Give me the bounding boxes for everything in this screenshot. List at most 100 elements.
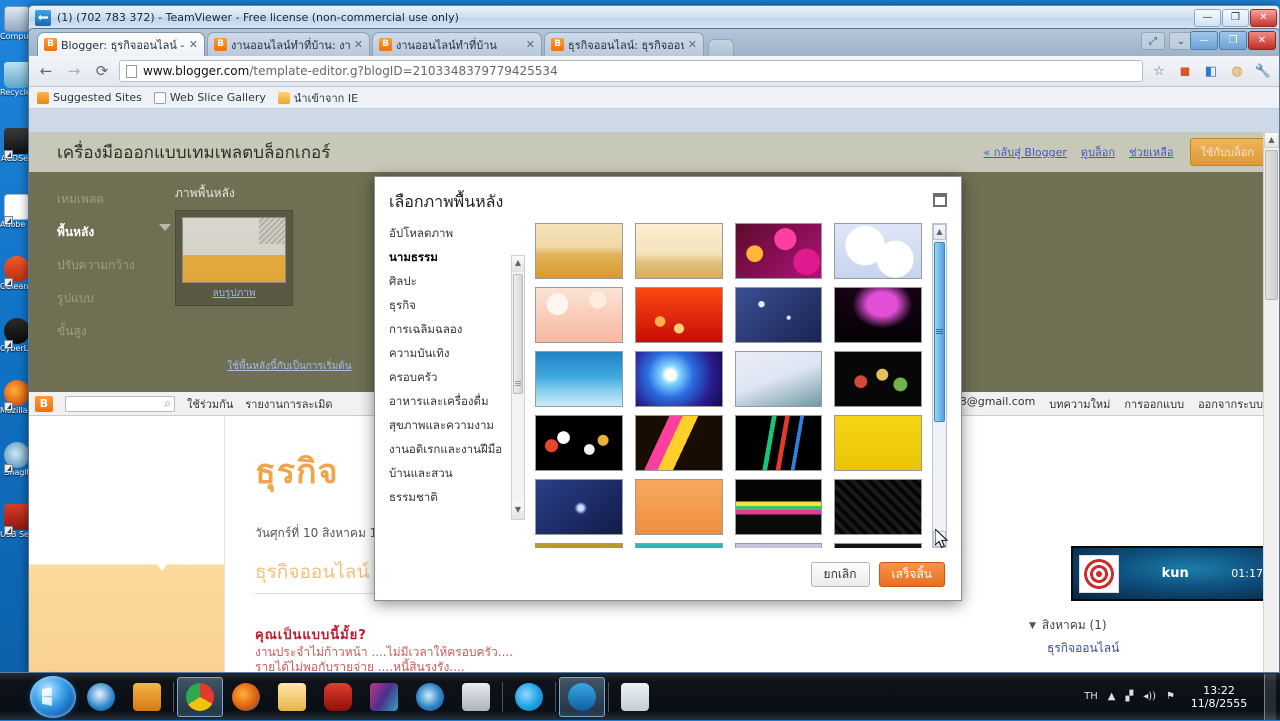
thumb-dark-bokeh[interactable] (834, 351, 922, 407)
taskbar-skype[interactable] (506, 677, 552, 717)
back-icon[interactable]: ← (35, 60, 57, 82)
taskbar-teamviewer[interactable] (559, 676, 605, 717)
translate-icon[interactable]: ◧ (1201, 61, 1221, 81)
view-blog-link[interactable]: ดูบล็อก (1081, 143, 1115, 161)
taskbar-camfrog[interactable] (315, 677, 361, 717)
category-food-drink[interactable]: อาหารและเครื่องดื่ม (389, 395, 509, 408)
navbar-share-link[interactable]: ใช้ร่วมกัน (187, 395, 233, 413)
extension-icon[interactable]: ◼ (1175, 61, 1195, 81)
teamviewer-close-button[interactable]: ✕ (1250, 8, 1277, 27)
network-icon[interactable]: ▞ (1126, 691, 1134, 702)
thumb-black-pattern[interactable] (834, 479, 922, 535)
thumb-yellow-lines[interactable] (834, 415, 922, 471)
address-bar[interactable]: www.blogger.com/template-editor.g?blogID… (119, 60, 1143, 82)
dialog-restore-icon[interactable] (933, 193, 947, 207)
back-to-blogger-link[interactable]: « กลับสู่ Blogger (984, 143, 1067, 161)
page-scrollbar[interactable]: ▲ (1263, 132, 1279, 672)
page-scrollbar-thumb[interactable] (1265, 150, 1278, 300)
thumb-orange-floral[interactable] (634, 479, 723, 535)
designer-nav-layout[interactable]: รูปแบบ (57, 289, 175, 308)
media-player-widget[interactable]: kun 01:17 (1071, 546, 1277, 601)
navbar-design-link[interactable]: การออกแบบ (1124, 395, 1184, 413)
thumb-light-streaks[interactable] (734, 415, 823, 471)
thumb-gold-blur[interactable] (535, 543, 623, 548)
designer-nav-template[interactable]: เทมเพลต (57, 190, 175, 209)
thumb-red-fire[interactable] (634, 287, 723, 343)
teamviewer-maximize-button[interactable]: ❐ (1222, 8, 1249, 27)
navbar-new-post-link[interactable]: บทความใหม่ (1049, 395, 1110, 413)
wrench-menu-icon[interactable]: 🔧 (1253, 61, 1273, 81)
action-center-icon[interactable]: ⚑ (1166, 691, 1175, 702)
help-link[interactable]: ช่วยเหลือ (1129, 143, 1173, 161)
start-button[interactable] (30, 675, 76, 718)
thumb-blue-city[interactable] (535, 351, 623, 407)
taskbar-paint[interactable] (453, 677, 499, 717)
chevron-down-icon[interactable]: ▼ (1029, 621, 1036, 631)
thumb-teal-blur[interactable] (634, 543, 723, 548)
language-indicator[interactable]: TH (1084, 691, 1098, 702)
scroll-up-icon[interactable]: ▲ (933, 224, 946, 240)
navbar-signout-link[interactable]: ออกจากระบบ (1198, 395, 1263, 413)
archive-post-link[interactable]: ธุรกิจออนไลน์ (1047, 639, 1267, 658)
cancel-button[interactable]: ยกเลิก (810, 561, 870, 587)
blogger-logo-icon[interactable]: B (35, 395, 53, 412)
taskbar-chrome[interactable] (177, 676, 223, 717)
category-scrollbar[interactable]: ▲ ▼ (511, 255, 525, 520)
forward-icon[interactable]: → (63, 60, 85, 82)
thumb-blue-tech[interactable] (535, 479, 623, 535)
fullscreen-icon[interactable]: ⤢ (1141, 32, 1165, 50)
category-hobbies-crafts[interactable]: งานอดิเรกและงานฝีมือ (389, 443, 509, 456)
background-preview-box[interactable]: ลบรูปภาพ (175, 210, 293, 306)
category-abstract[interactable]: นามธรรม (389, 251, 509, 264)
category-nature[interactable]: ธรรมชาติ (389, 491, 509, 504)
chrome-tab-close-icon[interactable]: ✕ (354, 38, 363, 51)
designer-nav-adjust-width[interactable]: ปรับความกว้าง (57, 256, 175, 275)
chrome-tab-2[interactable]: B งานออนไลน์ทำที่บ้าน: งานออน ✕ (207, 32, 370, 56)
category-entertainment[interactable]: ความบันเทิง (389, 347, 509, 360)
category-family[interactable]: ครอบครัว (389, 371, 509, 384)
chrome-new-tab-button[interactable] (708, 39, 734, 56)
navbar-report-abuse-link[interactable]: รายงานการละเมิด (245, 395, 332, 413)
category-scrollbar-thumb[interactable] (513, 274, 523, 394)
bookmark-imported-from-ie[interactable]: นำเข้าจาก IE (277, 89, 358, 107)
thumb-white-swirl[interactable] (734, 351, 823, 407)
thumb-peach-bokeh[interactable] (535, 287, 623, 343)
thumb-night-lights[interactable] (535, 415, 623, 471)
thumb-blue-burst[interactable] (634, 351, 723, 407)
bookmark-suggested-sites[interactable]: Suggested Sites (37, 91, 142, 104)
category-health-beauty[interactable]: สุขภาพและความงาม (389, 419, 509, 432)
reload-icon[interactable]: ⟳ (91, 60, 113, 82)
scroll-up-icon[interactable]: ▲ (512, 256, 524, 272)
chrome-maximize-button[interactable]: ❐ (1219, 31, 1247, 50)
show-desktop-button[interactable] (1264, 673, 1276, 720)
archive-month-label[interactable]: สิงหาคม (1) (1042, 616, 1107, 635)
category-home-garden[interactable]: บ้านและสวน (389, 467, 509, 480)
background-preview-thumbnail[interactable] (182, 217, 286, 283)
taskbar-firefox[interactable] (223, 677, 269, 717)
taskbar-windows-media-center[interactable] (78, 677, 124, 717)
designer-nav-background[interactable]: พื้นหลัง (57, 223, 175, 242)
thumb-equalizer[interactable] (734, 479, 823, 535)
clock[interactable]: 13:22 11/8/2555 (1180, 684, 1258, 710)
chrome-minimize-button[interactable]: — (1190, 31, 1218, 50)
category-art[interactable]: ศิลปะ (389, 275, 509, 288)
scroll-down-icon[interactable]: ▼ (512, 503, 524, 519)
remove-image-link[interactable]: ลบรูปภาพ (182, 286, 286, 301)
chrome-tab-3[interactable]: B งานออนไลน์ทำที่บ้าน ✕ (372, 32, 542, 56)
thumbnail-scrollbar[interactable]: ▲ ▼ (932, 223, 947, 548)
category-celebrations[interactable]: การเฉลิมฉลอง (389, 323, 509, 336)
thumb-cream-sand[interactable] (634, 223, 723, 279)
teamviewer-titlebar[interactable]: (1) (702 783 372) - TeamViewer - Free li… (29, 6, 1279, 30)
chrome-close-button[interactable]: ✕ (1248, 31, 1276, 50)
taskbar-explorer[interactable] (269, 677, 315, 717)
blog-search-input[interactable] (65, 395, 175, 412)
apply-to-blog-button[interactable]: ใช้กับบล็อก (1189, 138, 1265, 166)
taskbar-notepad[interactable] (612, 677, 658, 717)
volume-icon[interactable]: ◂)) (1143, 691, 1156, 702)
chrome-tab-1[interactable]: B Blogger: ธุรกิจออนไลน์ - เคร ✕ (37, 32, 205, 56)
taskbar-internet-explorer[interactable] (407, 677, 453, 717)
thumb-neon-zigzag[interactable] (634, 415, 723, 471)
thumb-lavender-blur[interactable] (734, 543, 823, 548)
taskbar-winrar[interactable] (361, 677, 407, 717)
done-button[interactable]: เสร็จสิ้น (878, 561, 945, 587)
